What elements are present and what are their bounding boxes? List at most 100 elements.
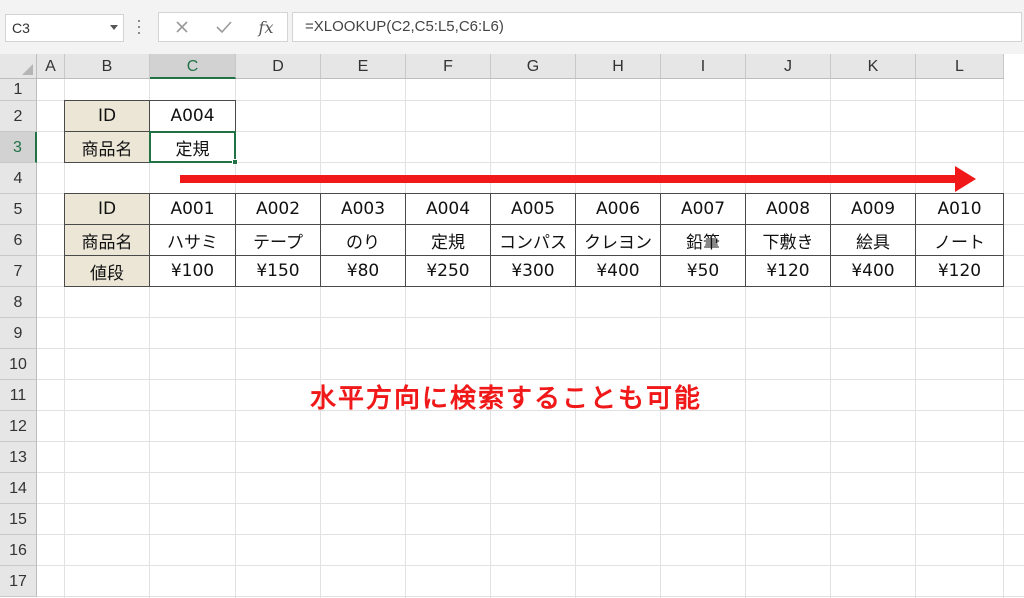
row-header-14[interactable]: 14: [0, 473, 37, 504]
gridline-horizontal: [37, 596, 1024, 597]
gridline-horizontal: [37, 503, 1024, 504]
table-cell-price[interactable]: ¥250: [406, 256, 491, 287]
table-cell-id[interactable]: A007: [661, 194, 746, 225]
insert-function-button[interactable]: fx: [253, 16, 279, 38]
name-box-value: C3: [12, 20, 30, 36]
row-header-1[interactable]: 1: [0, 79, 37, 101]
row-header-2[interactable]: 2: [0, 101, 37, 132]
column-header-e[interactable]: E: [321, 54, 406, 79]
table-cell-name[interactable]: テープ: [236, 225, 321, 256]
table-cell-name[interactable]: コンパス: [491, 225, 576, 256]
gridline-vertical: [320, 79, 321, 598]
table-cell-id[interactable]: A004: [406, 194, 491, 225]
gridline-horizontal: [37, 534, 1024, 535]
table-cell-name[interactable]: 下敷き: [746, 225, 831, 256]
row-header-4[interactable]: 4: [0, 163, 37, 194]
row-header-13[interactable]: 13: [0, 442, 37, 473]
table-cell-name[interactable]: 定規: [406, 225, 491, 256]
lookup-name-label[interactable]: 商品名: [65, 132, 150, 163]
gridline-horizontal: [37, 348, 1024, 349]
row-header-8[interactable]: 8: [0, 287, 37, 318]
row-header-3[interactable]: 3: [0, 132, 37, 163]
gridline-horizontal: [37, 472, 1024, 473]
lookup-id-input[interactable]: A004: [150, 101, 236, 132]
column-header-f[interactable]: F: [406, 54, 491, 79]
table-cell-id[interactable]: A003: [321, 194, 406, 225]
column-header-c[interactable]: C: [150, 54, 236, 79]
table-cell-id[interactable]: A006: [576, 194, 661, 225]
row-header-10[interactable]: 10: [0, 349, 37, 380]
table-cell-name[interactable]: クレヨン: [576, 225, 661, 256]
gridline-vertical: [830, 79, 831, 598]
table-row-label[interactable]: 値段: [65, 256, 150, 287]
gridline-vertical: [660, 79, 661, 598]
table-cell-id[interactable]: A002: [236, 194, 321, 225]
table-border: [64, 193, 65, 287]
chevron-down-icon[interactable]: [110, 25, 118, 30]
row-header-7[interactable]: 7: [0, 256, 37, 287]
table-cell-name[interactable]: 絵具: [831, 225, 916, 256]
table-cell-price[interactable]: ¥300: [491, 256, 576, 287]
table-cell-price[interactable]: ¥150: [236, 256, 321, 287]
column-header-b[interactable]: B: [65, 54, 150, 79]
row-header-17[interactable]: 17: [0, 566, 37, 597]
column-header-l[interactable]: L: [916, 54, 1004, 79]
table-cell-name[interactable]: ハサミ: [150, 225, 236, 256]
table-cell-name[interactable]: のり: [321, 225, 406, 256]
table-row-label[interactable]: ID: [65, 194, 150, 225]
table-cell-price[interactable]: ¥50: [661, 256, 746, 287]
gridline-vertical: [915, 79, 916, 598]
row-header-16[interactable]: 16: [0, 535, 37, 566]
table-cell-price[interactable]: ¥120: [916, 256, 1004, 287]
check-icon[interactable]: [211, 16, 237, 38]
formula-input[interactable]: =XLOOKUP(C2,C5:L5,C6:L6): [292, 12, 1022, 42]
column-header-a[interactable]: A: [37, 54, 65, 79]
excel-window: C3 fx =XLOOKUP(C2,C5:L5,C6:L6) ABCDEFGHI…: [0, 0, 1024, 598]
row-header-5[interactable]: 5: [0, 194, 37, 225]
row-header-15[interactable]: 15: [0, 504, 37, 535]
cancel-icon[interactable]: [169, 16, 195, 38]
gridline-vertical: [575, 79, 576, 598]
fx-icon: fx: [258, 17, 274, 37]
column-header-j[interactable]: J: [746, 54, 831, 79]
formula-text: =XLOOKUP(C2,C5:L5,C6:L6): [305, 18, 504, 35]
lookup-id-label[interactable]: ID: [65, 101, 150, 132]
annotation-text: 水平方向に検索することも可能: [310, 384, 703, 414]
table-cell-price[interactable]: ¥100: [150, 256, 236, 287]
table-cell-id[interactable]: A008: [746, 194, 831, 225]
column-header-h[interactable]: H: [576, 54, 661, 79]
arrow-right-icon: [180, 166, 976, 192]
formula-bar-area: C3 fx =XLOOKUP(C2,C5:L5,C6:L6): [0, 0, 1024, 54]
table-cell-id[interactable]: A010: [916, 194, 1004, 225]
gridline-horizontal: [37, 565, 1024, 566]
table-cell-id[interactable]: A005: [491, 194, 576, 225]
table-border: [64, 100, 236, 101]
column-header-g[interactable]: G: [491, 54, 576, 79]
table-cell-price[interactable]: ¥120: [746, 256, 831, 287]
table-cell-name[interactable]: 鉛筆: [661, 225, 746, 256]
column-header-i[interactable]: I: [661, 54, 746, 79]
table-cell-price[interactable]: ¥400: [831, 256, 916, 287]
select-all-icon: [22, 64, 33, 75]
table-cell-price[interactable]: ¥80: [321, 256, 406, 287]
column-header-k[interactable]: K: [831, 54, 916, 79]
row-header-12[interactable]: 12: [0, 411, 37, 442]
row-header-6[interactable]: 6: [0, 225, 37, 256]
table-cell-name[interactable]: ノート: [916, 225, 1004, 256]
table-cell-id[interactable]: A001: [150, 194, 236, 225]
row-header-11[interactable]: 11: [0, 380, 37, 411]
gridline-vertical: [405, 79, 406, 598]
table-row-label[interactable]: 商品名: [65, 225, 150, 256]
lookup-name-result[interactable]: 定規: [150, 132, 236, 163]
column-header-d[interactable]: D: [236, 54, 321, 79]
table-cell-price[interactable]: ¥400: [576, 256, 661, 287]
fill-handle[interactable]: [232, 159, 238, 165]
select-all-button[interactable]: [0, 54, 37, 79]
table-cell-id[interactable]: A009: [831, 194, 916, 225]
name-box[interactable]: C3: [5, 14, 124, 42]
drag-handle-icon[interactable]: [138, 18, 140, 36]
formula-buttons: fx: [158, 12, 288, 42]
gridline-horizontal: [37, 441, 1024, 442]
row-header-9[interactable]: 9: [0, 318, 37, 349]
gridline-vertical: [745, 79, 746, 598]
